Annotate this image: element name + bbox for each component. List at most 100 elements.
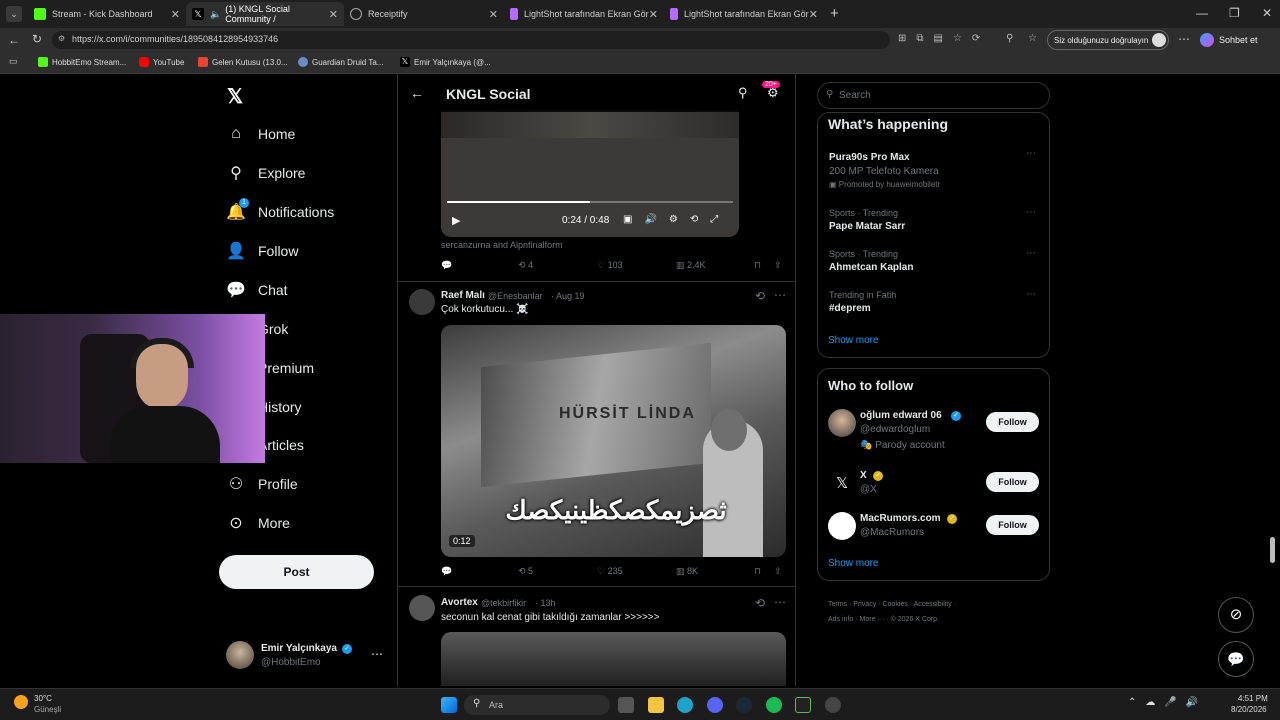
post-author-handle[interactable]: @tekbirfikir [481, 598, 526, 608]
suggestion-name[interactable]: oğlum edward 06 [860, 410, 942, 421]
tab-receiptify[interactable]: Receiptify ✕ [344, 2, 504, 26]
more-icon[interactable]: ⋯ [1026, 207, 1037, 218]
trend-item[interactable]: Pura90s Pro Max 200 MP Telefoto Kamera ▣… [829, 149, 1039, 189]
nav-chat[interactable]: 💬 Chat [226, 280, 288, 300]
more-icon[interactable]: ⋯ [774, 595, 786, 609]
edge-icon[interactable] [677, 697, 693, 713]
trend-item[interactable]: Sports · Trending Ahmetcan Kaplan [829, 249, 913, 273]
post-author-name[interactable]: Avortex [441, 597, 478, 608]
scrollbar[interactable] [1270, 537, 1275, 563]
back-arrow-icon[interactable]: ← [410, 85, 424, 101]
retweet-button[interactable]: ⟲ 4 [518, 260, 533, 271]
suggestion-name[interactable]: MacRumors.com [860, 513, 941, 524]
bookmark-item[interactable]: 𝕏 Emir Yalçınkaya (@... [400, 57, 491, 67]
video-player[interactable]: ▶ 0:24 / 0:48 ▣🔊⚙⟲⤢ [441, 110, 739, 237]
follow-button[interactable]: Follow [986, 412, 1039, 432]
nav-more[interactable]: ⊙ More [226, 513, 290, 533]
bookmark-item[interactable]: Guardian Druid Ta... [298, 57, 383, 67]
footer-link[interactable]: Terms [828, 601, 847, 608]
tab-lightshot-2[interactable]: LightShot tarafından Ekran Görünt ✕ [664, 2, 824, 26]
search-icon[interactable]: ⚲ [738, 85, 748, 101]
account-switcher[interactable]: Emir Yalçınkaya ✓ @HobbitEmo ⋯ [226, 640, 386, 672]
url-field[interactable]: ⚙ https://x.com/i/communities/1895084128… [52, 31, 890, 49]
retweet-button[interactable]: ⟲ 5 [518, 566, 533, 577]
bookmark-icon[interactable]: ⊓ [754, 260, 761, 271]
collections-icon[interactable]: ☆ [1028, 33, 1037, 44]
close-window-button[interactable]: ✕ [1262, 6, 1272, 20]
follow-button[interactable]: Follow [986, 515, 1039, 535]
tab-lightshot-1[interactable]: LightShot tarafından Ekran Görünt ✕ [504, 2, 664, 26]
profile-verify-button[interactable]: Siz olduğunuzu doğrulayın [1047, 30, 1169, 50]
site-info-icon[interactable]: ⚙ [58, 34, 65, 43]
trend-item[interactable]: Trending in Fatih #deprem [829, 290, 896, 314]
tab-x-community[interactable]: 𝕏 🔈 (1) KNGL Social Community / ✕ [186, 2, 344, 26]
messages-floating-button[interactable]: 💬 [1218, 641, 1254, 677]
back-icon[interactable]: ← [8, 33, 20, 47]
more-icon[interactable]: ⋯ [371, 647, 383, 661]
nav-explore[interactable]: ⚲ Explore [226, 163, 305, 183]
grok-analyze-icon[interactable]: ⟲ [755, 289, 765, 303]
more-icon[interactable]: ⋯ [774, 288, 786, 302]
post-video[interactable]: HÜRSİT LİNDA ثصزيمكصكظينيكصك 0:12 [441, 325, 786, 557]
show-more-link[interactable]: Show more [828, 335, 879, 346]
footer-link[interactable]: More ··· [860, 616, 885, 623]
search-input[interactable]: ⚲ Search [817, 82, 1050, 109]
close-icon[interactable]: ✕ [171, 8, 180, 21]
like-button[interactable]: ♡ 103 [597, 260, 623, 271]
trend-item[interactable]: Sports · Trending Pape Matar Sarr [829, 208, 905, 232]
more-icon[interactable]: ⋯ [1026, 248, 1037, 259]
speaker-icon[interactable]: 🔈 [210, 9, 221, 20]
footer-link[interactable]: Ads info [828, 616, 853, 623]
terminal-icon[interactable] [795, 697, 811, 713]
sidebar-toggle-icon[interactable]: ▭ [9, 56, 18, 67]
post-date[interactable]: · Aug 19 [551, 291, 585, 301]
more-icon[interactable]: ⋯ [1178, 32, 1190, 46]
views-button[interactable]: ▥ 2.4K [676, 260, 706, 271]
post-button[interactable]: Post [219, 555, 374, 589]
close-icon[interactable]: ✕ [489, 8, 498, 21]
play-icon[interactable]: ▶ [452, 214, 460, 227]
file-explorer-icon[interactable] [648, 697, 664, 713]
footer-link[interactable]: Accessibility [914, 601, 952, 608]
spotify-icon[interactable] [766, 697, 782, 713]
more-icon[interactable]: ⋯ [1026, 289, 1037, 300]
bookmark-item[interactable]: HobbitEmo Stream... [38, 57, 126, 67]
video-controls-icons[interactable]: ▣🔊⚙⟲⤢ [623, 214, 730, 225]
favorites-icon[interactable]: ⚲ [1006, 33, 1013, 44]
start-icon[interactable] [441, 697, 457, 713]
post-date[interactable]: · 13h [535, 598, 556, 608]
close-icon[interactable]: ✕ [329, 8, 338, 21]
bookmark-item[interactable]: YouTube [139, 57, 184, 67]
close-icon[interactable]: ✕ [809, 8, 818, 21]
tab-actions-icon[interactable]: ⌄ [6, 6, 22, 22]
new-tab-button[interactable]: + [830, 5, 839, 22]
post-media[interactable] [441, 632, 786, 686]
follow-button[interactable]: Follow [986, 472, 1039, 492]
nav-profile[interactable]: ⚇ Profile [226, 474, 298, 494]
show-more-link[interactable]: Show more [828, 558, 879, 569]
obs-icon[interactable] [825, 697, 841, 713]
weather-icon[interactable] [14, 695, 28, 709]
views-button[interactable]: ▥ 8K [676, 566, 698, 577]
nav-notifications[interactable]: 🔔 1 Notifications [226, 198, 334, 222]
nav-follow[interactable]: 👤 Follow [226, 241, 298, 261]
reply-icon[interactable]: 💬 [441, 260, 452, 271]
share-icon[interactable]: ⇪ [774, 566, 782, 577]
tray-icons[interactable]: ⌃☁🎤🔊 [1128, 697, 1207, 708]
share-icon[interactable]: ⇪ [774, 260, 782, 271]
video-progress-track[interactable] [447, 201, 733, 203]
close-icon[interactable]: ✕ [649, 8, 658, 21]
suggestion-name[interactable]: X [860, 470, 867, 481]
bookmark-item[interactable]: Gelen Kutusu (13.0... [198, 57, 288, 67]
like-button[interactable]: ♡ 235 [597, 566, 623, 577]
reply-icon[interactable]: 💬 [441, 566, 452, 577]
footer-link[interactable]: Cookies [882, 601, 907, 608]
more-icon[interactable]: ⋯ [1026, 148, 1037, 159]
x-logo-icon[interactable]: 𝕏 [227, 84, 243, 109]
post-author-handle[interactable]: @Enesbanlar [488, 291, 543, 301]
grok-analyze-icon[interactable]: ⟲ [755, 596, 765, 610]
discord-icon[interactable] [707, 697, 723, 713]
extensions-icons[interactable]: ⊞⧉▤☆⟳ [898, 33, 990, 44]
nav-home[interactable]: ⌂ Home [226, 124, 295, 144]
tab-kick[interactable]: Stream - Kick Dashboard ✕ [28, 2, 186, 26]
